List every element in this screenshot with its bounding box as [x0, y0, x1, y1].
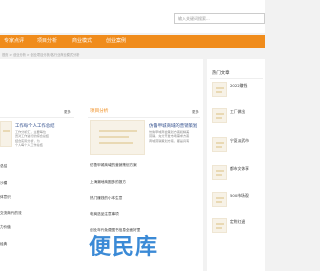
hot-article-title[interactable]: 500市场观 [230, 193, 249, 199]
list-item[interactable]: 沙模 [0, 181, 7, 186]
nav-item-startup-cases[interactable]: 创业案例 [106, 38, 126, 45]
featured-thumbnail[interactable] [0, 121, 12, 147]
breadcrumb: 首页 > 创业分析 > 创业项目分析/各行业商业模式分析 [2, 53, 80, 57]
article-thumbnail [212, 165, 227, 180]
hot-article-title[interactable]: 都市文休享 [230, 166, 249, 172]
list-item[interactable]: 电商选品注意事项 [90, 212, 119, 217]
watermark-logo: 便民库 [89, 235, 159, 260]
hot-article-item[interactable]: 都市文休享 [212, 165, 262, 183]
divider [210, 78, 263, 79]
mid-featured-desc: 仿鲁甲域商会策划方案和精美 营销，充分开发市场需求方案 商城营销策划方案，都是具… [149, 130, 190, 143]
article-thumbnail [212, 192, 227, 207]
main-nav: 专家点评 项目分析 商业模式 创业案例 [0, 35, 265, 48]
list-item[interactable]: 力价值 [0, 225, 11, 230]
article-thumbnail [212, 82, 227, 97]
mid-panel-more-link[interactable]: 更多 [192, 109, 199, 114]
article-thumbnail [212, 137, 227, 152]
hot-article-item[interactable]: 宁夏淡武市 [212, 137, 262, 155]
left-featured-title[interactable]: 工作每个人工作总结 [15, 123, 55, 129]
divider [0, 117, 74, 118]
divider [88, 117, 200, 118]
nav-item-business-model[interactable]: 商业模式 [72, 38, 92, 45]
mid-panel-title: 项目分析 [90, 109, 109, 114]
list-item[interactable]: 经典 [0, 242, 7, 247]
mid-featured-title[interactable]: 仿鲁甲城商域的营销策划 [149, 123, 197, 129]
hot-article-title[interactable]: 宁夏淡武市 [230, 138, 249, 144]
list-item[interactable]: 热门赚钱的小本生意 [90, 196, 122, 201]
list-item[interactable]: 交流商代的流 [0, 211, 22, 216]
list-item[interactable]: 仿鲁甲城商域的营销策划方案 [90, 163, 137, 168]
article-thumbnail [212, 108, 227, 123]
left-panel-more-link[interactable]: 更多 [64, 109, 71, 114]
top-header: 输入关键词搜索... [0, 0, 265, 33]
hot-article-title[interactable]: 工厂做出 [230, 109, 245, 115]
hot-article-title[interactable]: 定附红退 [230, 219, 245, 225]
featured-thumbnail[interactable] [90, 120, 145, 155]
hot-articles-title: 热门文章 [212, 71, 230, 76]
article-thumbnail [212, 218, 227, 233]
hot-article-item[interactable]: 2022赚钱 [212, 82, 262, 100]
left-featured-desc: 工作分析汇，主要每位 员对工作进行的综合总结 结合实际分析，为 个人每个人工作总… [15, 130, 50, 148]
nav-item-project-analysis[interactable]: 项目分析 [37, 38, 57, 45]
nav-item-experts[interactable]: 专家点评 [4, 38, 24, 45]
hot-article-item[interactable]: 定附红退 [212, 218, 262, 236]
list-item[interactable]: 总结 [0, 164, 7, 169]
list-item[interactable]: 体意识 [0, 195, 11, 200]
list-item[interactable]: 上海潮地商圈多的报方 [90, 180, 126, 185]
hot-article-item[interactable]: 500市场观 [212, 192, 262, 210]
hot-article-item[interactable]: 工厂做出 [212, 108, 262, 126]
hot-article-title[interactable]: 2022赚钱 [230, 83, 247, 89]
search-input[interactable]: 输入关键词搜索... [174, 13, 265, 24]
